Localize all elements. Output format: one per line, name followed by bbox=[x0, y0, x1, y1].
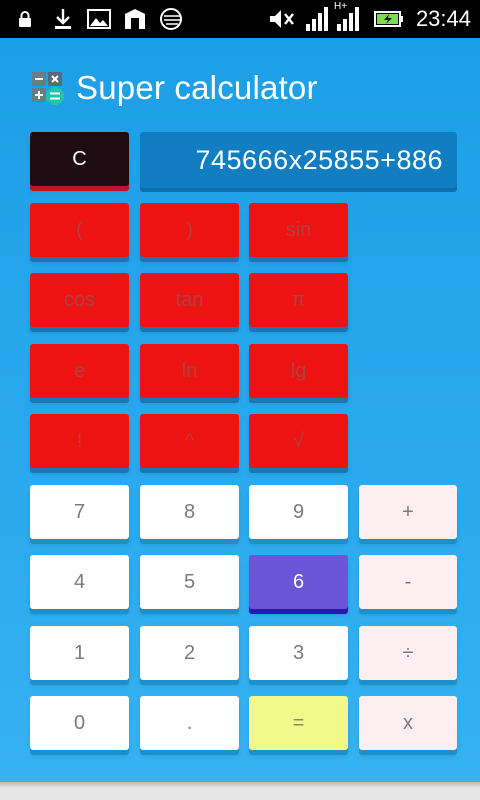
equals-button[interactable]: = bbox=[249, 696, 348, 750]
calculator-icon bbox=[30, 70, 66, 106]
digit-8-button[interactable]: 8 bbox=[140, 485, 239, 539]
e-button[interactable]: e bbox=[30, 344, 129, 398]
sqrt-button[interactable]: √ bbox=[249, 414, 348, 468]
app-header: Super calculator bbox=[30, 68, 318, 108]
digit-0-button[interactable]: 0 bbox=[30, 696, 129, 750]
ln-button[interactable]: ln bbox=[140, 344, 239, 398]
clock: 23:44 bbox=[415, 6, 471, 31]
tan-button[interactable]: tan bbox=[140, 273, 239, 327]
close-paren-button[interactable]: ) bbox=[140, 203, 239, 257]
battery-charging-icon bbox=[374, 7, 404, 31]
status-bar: H+ 23:44 bbox=[0, 0, 480, 38]
decimal-point-button[interactable]: . bbox=[140, 696, 239, 750]
calculator-screen: Super calculator C 745666x25855+886 ( ) … bbox=[0, 38, 480, 782]
image-icon bbox=[86, 7, 112, 31]
digit-4-button[interactable]: 4 bbox=[30, 555, 129, 609]
digit-2-button[interactable]: 2 bbox=[140, 626, 239, 680]
plus-button[interactable]: + bbox=[359, 485, 457, 539]
pi-button[interactable]: π bbox=[249, 273, 348, 327]
minus-button[interactable]: - bbox=[359, 555, 457, 609]
lg-button[interactable]: lg bbox=[249, 344, 348, 398]
mute-icon bbox=[268, 7, 296, 31]
factorial-button[interactable]: ! bbox=[30, 414, 129, 468]
digit-1-button[interactable]: 1 bbox=[30, 626, 129, 680]
app-title: Super calculator bbox=[76, 69, 318, 106]
clear-button[interactable]: C bbox=[30, 132, 129, 186]
app-icon bbox=[122, 7, 148, 31]
expression-display: 745666x25855+886 bbox=[140, 132, 457, 188]
digit-7-button[interactable]: 7 bbox=[30, 485, 129, 539]
digit-6-button[interactable]: 6 bbox=[249, 555, 348, 609]
sin-button[interactable]: sin bbox=[249, 203, 348, 257]
lock-icon bbox=[16, 7, 34, 31]
swiftkey-icon bbox=[158, 7, 186, 31]
download-icon bbox=[52, 7, 74, 31]
digit-9-button[interactable]: 9 bbox=[249, 485, 348, 539]
digit-5-button[interactable]: 5 bbox=[140, 555, 239, 609]
divide-button[interactable]: ÷ bbox=[359, 626, 457, 680]
signal-icon bbox=[304, 7, 330, 31]
multiply-button[interactable]: x bbox=[359, 696, 457, 750]
open-paren-button[interactable]: ( bbox=[30, 203, 129, 257]
digit-3-button[interactable]: 3 bbox=[249, 626, 348, 680]
power-button[interactable]: ^ bbox=[140, 414, 239, 468]
bottom-edge bbox=[0, 782, 480, 800]
network-type-label: H+ bbox=[334, 1, 348, 12]
cos-button[interactable]: cos bbox=[30, 273, 129, 327]
